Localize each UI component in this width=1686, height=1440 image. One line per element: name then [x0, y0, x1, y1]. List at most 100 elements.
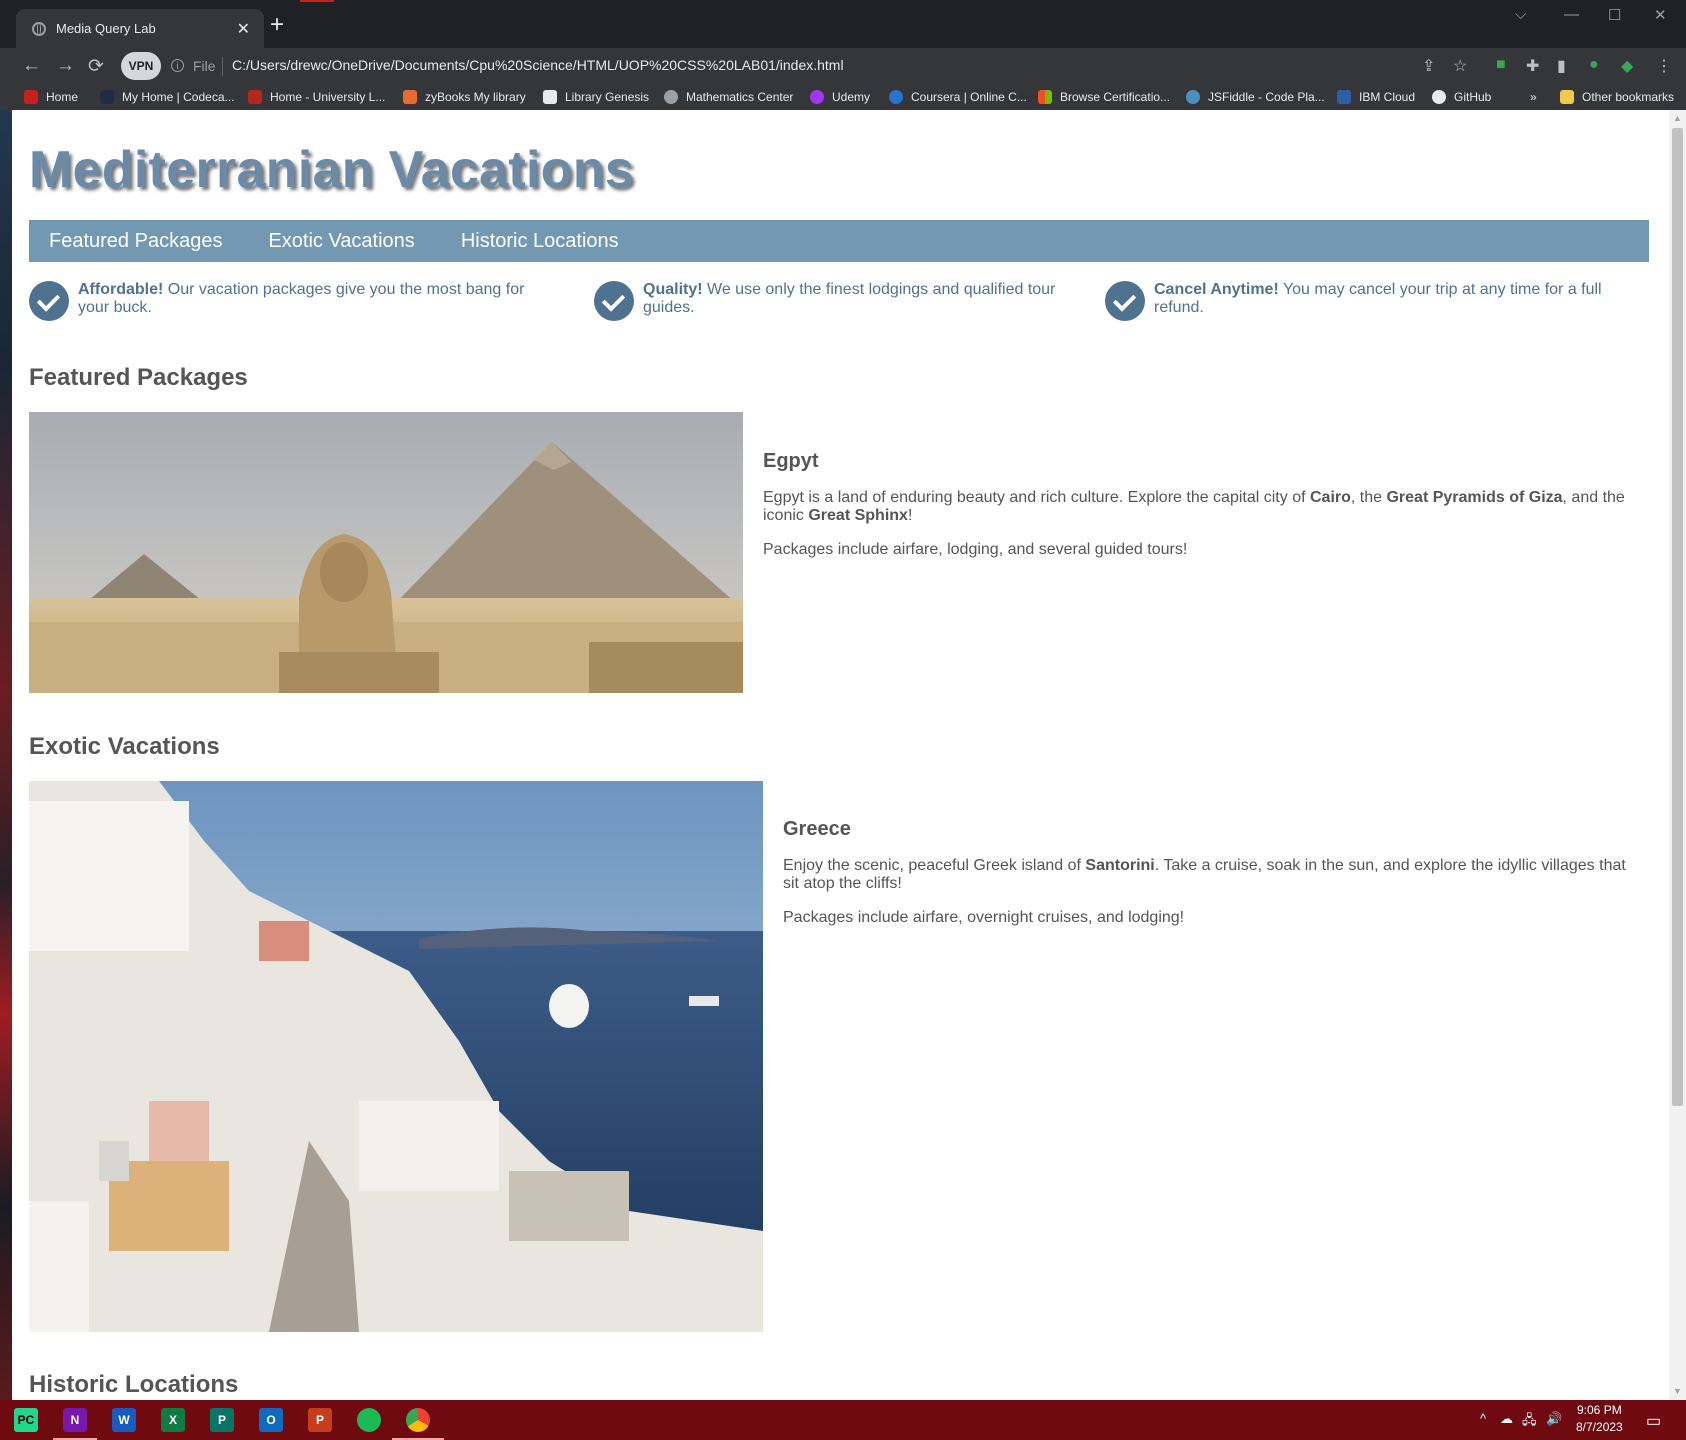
browser-tab[interactable]: Media Query Lab ✕: [16, 9, 264, 48]
share-icon[interactable]: ⇪: [1422, 56, 1435, 76]
package-description: Enjoy the scenic, peaceful Greek island …: [783, 857, 1626, 892]
checkmark-icon: [594, 281, 634, 321]
network-icon[interactable]: 🖧: [1522, 1411, 1537, 1433]
extensions-icon[interactable]: ✚: [1526, 56, 1539, 76]
codecademy-icon: [100, 90, 114, 104]
menu-icon[interactable]: ⋮: [1656, 56, 1672, 76]
bookmark-item[interactable]: zyBooks My library: [403, 90, 526, 104]
lock-extension-icon[interactable]: ■: [1496, 56, 1506, 74]
egypt-pyramids-image: [29, 412, 743, 693]
new-tab-button[interactable]: +: [270, 11, 284, 39]
nav-historic-locations[interactable]: Historic Locations: [461, 230, 619, 253]
microsoft-icon: [1038, 90, 1052, 104]
notifications-icon[interactable]: ▭: [1646, 1411, 1661, 1431]
ibm-icon: [1337, 90, 1351, 104]
publisher-icon[interactable]: P: [210, 1408, 234, 1432]
other-bookmarks[interactable]: Other bookmarks: [1560, 90, 1674, 104]
side-panel-icon[interactable]: ▮: [1557, 56, 1566, 76]
bookmarks-bar: Home My Home | Codeca... Home - Universi…: [0, 88, 1686, 110]
close-window-button[interactable]: ✕: [1654, 6, 1667, 24]
book-icon: [543, 90, 557, 104]
desktop-background-left: [0, 110, 12, 1400]
bookmark-item[interactable]: IBM Cloud: [1337, 90, 1415, 104]
feature-text: Affordable! Our vacation packages give y…: [78, 281, 525, 316]
profile-avatar-icon[interactable]: ●: [1589, 56, 1599, 74]
file-label: File: [193, 58, 216, 74]
github-icon: [1432, 90, 1446, 104]
section-heading-featured: Featured Packages: [29, 364, 248, 391]
bookmark-item[interactable]: Udemy: [810, 90, 870, 104]
maximize-button[interactable]: ☐: [1608, 6, 1621, 24]
feature-text: Quality! We use only the finest lodgings…: [643, 281, 1056, 316]
coursera-icon: [889, 90, 903, 104]
santorini-image: [29, 781, 763, 1332]
spotify-icon[interactable]: [357, 1408, 381, 1432]
bookmarks-more-button[interactable]: »: [1530, 90, 1537, 104]
browser-tab-bar: Media Query Lab ✕ + ⌵ — ☐ ✕: [0, 0, 1686, 48]
udemy-icon: [810, 90, 824, 104]
minimize-button[interactable]: —: [1564, 6, 1579, 23]
bookmark-item[interactable]: JSFiddle - Code Pla...: [1186, 90, 1325, 104]
feature-text: Cancel Anytime! You may cancel your trip…: [1154, 281, 1602, 316]
egypt-photo: [29, 412, 743, 693]
bookmark-item[interactable]: Home - University L...: [248, 90, 385, 104]
scroll-down-arrow-icon[interactable]: ▼: [1673, 1386, 1682, 1396]
volume-icon[interactable]: 🔊: [1546, 1411, 1562, 1427]
tab-search-icon[interactable]: ⌵: [1515, 6, 1526, 23]
reload-icon[interactable]: ⟳: [88, 55, 104, 78]
back-arrow-icon[interactable]: ←: [22, 55, 41, 77]
windows-taskbar: PC N W X P O P ^ ☁ 🖧 🔊 9:06 PM 8/7/2023 …: [0, 1400, 1686, 1440]
security-extension-icon[interactable]: ◆: [1621, 56, 1633, 76]
bookmark-star-icon[interactable]: ☆: [1453, 56, 1467, 76]
powerpoint-icon[interactable]: P: [308, 1408, 332, 1432]
address-bar[interactable]: C:/Users/drewc/OneDrive/Documents/Cpu%20…: [232, 57, 844, 73]
package-title: Greece: [783, 818, 851, 840]
browser-toolbar: ← → ⟳ VPN i File C:/Users/drewc/OneDrive…: [0, 48, 1686, 88]
checkmark-icon: [1105, 281, 1145, 321]
feature-cancel-anytime: Cancel Anytime! You may cancel your trip…: [1105, 281, 1615, 321]
site-nav: Featured Packages Exotic Vacations Histo…: [29, 220, 1649, 262]
university-icon: [248, 90, 262, 104]
excel-icon[interactable]: X: [161, 1408, 185, 1432]
zybooks-icon: [403, 90, 417, 104]
package-title: Egpyt: [763, 450, 819, 472]
egypt-package: Egpyt Egpyt is a land of enduring beauty…: [763, 450, 1633, 575]
pycharm-icon[interactable]: PC: [14, 1408, 38, 1432]
info-icon[interactable]: i: [171, 59, 184, 72]
scrollbar-thumb[interactable]: [1672, 128, 1683, 1106]
santorini-photo: [29, 781, 763, 1332]
page-viewport: Mediterranian Vacations Featured Package…: [12, 110, 1669, 1400]
package-note: Packages include airfare, lodging, and s…: [763, 541, 1188, 558]
package-description: Egpyt is a land of enduring beauty and r…: [763, 489, 1625, 524]
page-scrollbar[interactable]: ▲ ▼: [1669, 110, 1686, 1400]
nav-exotic-vacations[interactable]: Exotic Vacations: [268, 230, 414, 253]
taskbar-clock[interactable]: 9:06 PM 8/7/2023: [1576, 1402, 1623, 1436]
feature-quality: Quality! We use only the finest lodgings…: [594, 281, 1064, 321]
onedrive-icon[interactable]: ☁: [1500, 1411, 1513, 1427]
bookmark-item[interactable]: Coursera | Online C...: [889, 90, 1027, 104]
outlook-icon[interactable]: O: [259, 1408, 283, 1432]
folder-icon: [1560, 90, 1574, 104]
chrome-icon[interactable]: [392, 1408, 444, 1440]
onenote-icon[interactable]: N: [53, 1408, 97, 1440]
vpn-button[interactable]: VPN: [121, 52, 161, 80]
section-heading-historic: Historic Locations: [29, 1371, 239, 1398]
bookmark-item[interactable]: Browse Certificatio...: [1038, 90, 1170, 104]
house-icon: [24, 90, 38, 104]
url-separator: [222, 57, 223, 76]
tab-close-icon[interactable]: ✕: [237, 19, 250, 39]
package-note: Packages include airfare, overnight crui…: [783, 909, 1185, 926]
page-title: Mediterranian Vacations: [29, 141, 635, 199]
scroll-up-arrow-icon[interactable]: ▲: [1673, 113, 1682, 123]
word-icon[interactable]: W: [112, 1408, 136, 1432]
tray-chevron-icon[interactable]: ^: [1480, 1411, 1486, 1426]
bookmark-item[interactable]: GitHub: [1432, 90, 1491, 104]
clock-time: 9:06 PM: [1577, 1403, 1622, 1417]
forward-arrow-icon[interactable]: →: [56, 55, 75, 77]
bookmark-item[interactable]: Library Genesis: [543, 90, 649, 104]
bookmark-item[interactable]: Home: [24, 90, 78, 104]
bookmark-item[interactable]: Mathematics Center: [664, 90, 793, 104]
nav-featured-packages[interactable]: Featured Packages: [49, 230, 222, 253]
globe-icon: [664, 90, 678, 104]
bookmark-item[interactable]: My Home | Codeca...: [100, 90, 235, 104]
